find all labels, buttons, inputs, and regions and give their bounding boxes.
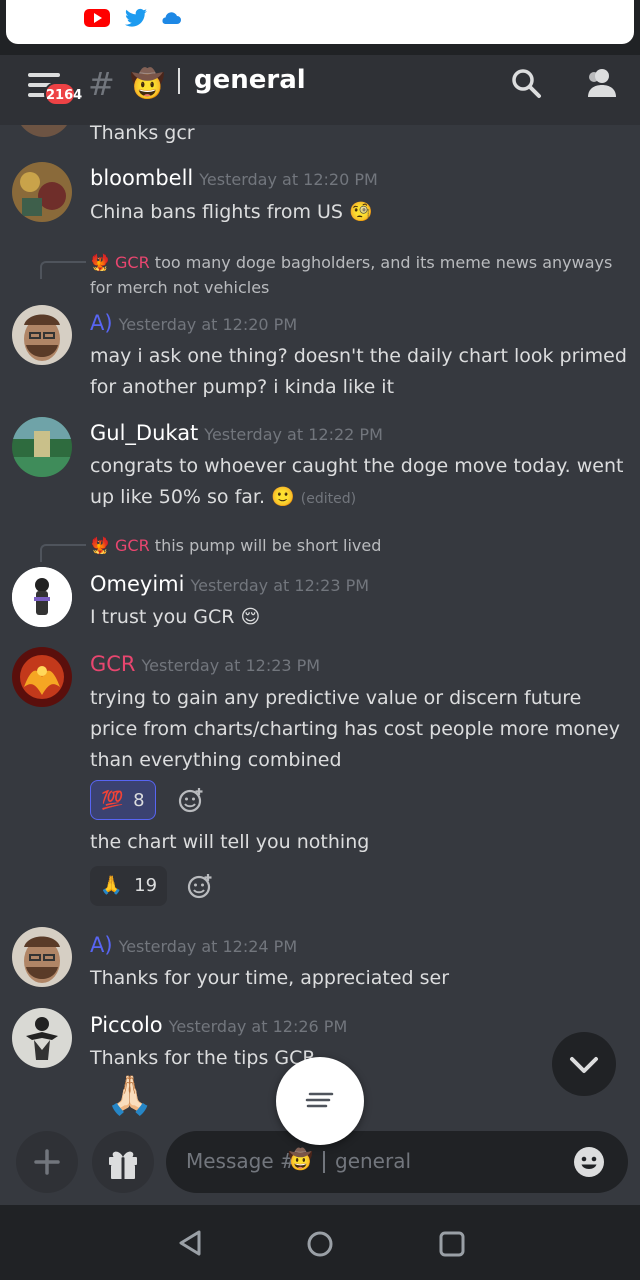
bloombell-avatar-image xyxy=(12,162,72,222)
author-name[interactable]: A) xyxy=(90,933,113,957)
avatar[interactable] xyxy=(12,567,72,627)
reply-author: GCR xyxy=(115,536,150,555)
reaction-100[interactable]: 💯 8 xyxy=(90,780,156,820)
message-text: the chart will tell you nothing xyxy=(90,831,370,853)
message-header: GCR Yesterday at 12:23 PM xyxy=(90,652,320,676)
message-text: may i ask one thing? doesn't the daily c… xyxy=(90,345,627,398)
piccolo-avatar-image xyxy=(12,1008,72,1068)
drawer-toggle-button[interactable] xyxy=(276,1057,364,1145)
message-header: A) Yesterday at 12:20 PM xyxy=(90,311,297,335)
author-name[interactable]: Omeyimi xyxy=(90,572,184,596)
message-header: Piccolo Yesterday at 12:26 PM xyxy=(90,1013,347,1037)
channel-divider xyxy=(178,68,180,94)
message-text: Thanks for your time, appreciated ser xyxy=(90,967,450,989)
timestamp: Yesterday at 12:20 PM xyxy=(199,170,378,189)
message-header: Omeyimi Yesterday at 12:23 PM xyxy=(90,572,369,596)
timestamp: Yesterday at 12:23 PM xyxy=(190,576,370,595)
message-header: Gul_Dukat Yesterday at 12:22 PM xyxy=(90,421,383,445)
edited-tag: (edited) xyxy=(300,491,357,507)
status-area xyxy=(0,0,640,55)
gift-button[interactable] xyxy=(92,1131,154,1193)
placeholder-emoji: 🤠 xyxy=(288,1147,313,1171)
system-navigation-bar xyxy=(0,1205,640,1280)
timestamp: Yesterday at 12:26 PM xyxy=(168,1017,348,1036)
a-avatar-image xyxy=(12,305,72,365)
message-header: A) Yesterday at 12:24 PM xyxy=(90,933,297,957)
avatar[interactable] xyxy=(12,927,72,987)
message-text: China bans flights from US 🧐 xyxy=(90,201,373,223)
reply-avatar: 🐦‍🔥 xyxy=(90,536,110,555)
recents-icon[interactable] xyxy=(437,1229,467,1259)
attach-button[interactable] xyxy=(16,1131,78,1193)
reaction-emoji: 🙏 xyxy=(100,875,123,896)
reply-connector xyxy=(40,261,86,279)
unread-badge: 2164 xyxy=(44,82,82,106)
avatar[interactable] xyxy=(12,1008,72,1068)
hash-icon: # xyxy=(88,65,115,103)
reply-text: too many doge bagholders, and its meme n… xyxy=(90,253,613,297)
timestamp: Yesterday at 12:22 PM xyxy=(204,425,383,444)
gift-icon xyxy=(109,1151,137,1179)
channel-emoji: 🤠 xyxy=(130,67,165,100)
notification-strip xyxy=(6,0,634,44)
placeholder-channel: general xyxy=(335,1149,412,1173)
reply-avatar: 🐦‍🔥 xyxy=(90,253,110,272)
gul-dukat-avatar-image xyxy=(12,417,72,477)
gcr-avatar-image xyxy=(12,647,72,707)
channel-header: # 🤠 general xyxy=(0,55,640,125)
author-name[interactable]: Gul_Dukat xyxy=(90,421,198,445)
lines-icon xyxy=(305,1092,334,1108)
author-name[interactable]: bloombell xyxy=(90,166,193,190)
menu-line xyxy=(28,73,60,77)
timestamp: Yesterday at 12:24 PM xyxy=(118,937,298,956)
message-text: Thanks gcr xyxy=(90,125,195,144)
author-name[interactable]: Piccolo xyxy=(90,1013,163,1037)
back-icon[interactable] xyxy=(175,1229,205,1257)
reaction-count: 8 xyxy=(133,790,145,811)
a-avatar-image xyxy=(12,927,72,987)
avatar[interactable] xyxy=(12,417,72,477)
reply-author: GCR xyxy=(115,253,150,272)
message-text: trying to gain any predictive value or d… xyxy=(90,687,620,771)
plus-icon xyxy=(34,1149,60,1175)
author-name[interactable]: A) xyxy=(90,311,113,335)
youtube-icon xyxy=(84,9,110,27)
twitter-icon xyxy=(125,8,147,27)
discord-channel-screen: # 🤠 general 2164 Thanks gcr bloombell Ye… xyxy=(0,0,640,1280)
message-list[interactable]: Thanks gcr bloombell Yesterday at 12:20 P… xyxy=(0,125,640,1125)
timestamp: Yesterday at 12:23 PM xyxy=(141,656,321,675)
message-text: I trust you GCR 😌 xyxy=(90,606,261,628)
add-reaction-icon[interactable] xyxy=(186,872,214,900)
jump-to-present-button[interactable] xyxy=(552,1032,616,1096)
message-header: bloombell Yesterday at 12:20 PM xyxy=(90,166,378,190)
reaction-emoji: 💯 xyxy=(101,790,124,811)
home-icon[interactable] xyxy=(305,1229,335,1259)
reaction-count: 19 xyxy=(134,875,158,896)
message-input[interactable]: Message # 🤠 general xyxy=(166,1131,628,1193)
reply-preview[interactable]: 🐦‍🔥 GCR too many doge bagholders, and it… xyxy=(90,250,630,300)
placeholder-prefix: Message # xyxy=(186,1149,297,1173)
members-icon[interactable] xyxy=(582,65,618,101)
author-name[interactable]: GCR xyxy=(90,652,136,676)
avatar[interactable] xyxy=(12,647,72,707)
channel-name: general xyxy=(194,65,306,95)
message-text: congrats to whoever caught the doge move… xyxy=(90,451,630,515)
add-reaction-icon[interactable] xyxy=(177,786,205,814)
reply-text: this pump will be short lived xyxy=(154,536,382,555)
avatar[interactable] xyxy=(12,162,72,222)
chevron-down-icon xyxy=(570,1057,598,1073)
cloud-icon xyxy=(162,12,181,24)
reply-connector xyxy=(40,544,86,562)
emoji-icon[interactable] xyxy=(572,1145,606,1179)
avatar[interactable] xyxy=(12,305,72,365)
reply-preview[interactable]: 🐦‍🔥 GCR this pump will be short lived xyxy=(90,533,630,558)
reaction-pray[interactable]: 🙏 19 xyxy=(90,866,168,906)
message-body: congrats to whoever caught the doge move… xyxy=(90,455,624,508)
search-icon[interactable] xyxy=(508,65,544,101)
omeyimi-avatar-image xyxy=(12,567,72,627)
timestamp: Yesterday at 12:20 PM xyxy=(118,315,298,334)
placeholder-divider xyxy=(323,1151,325,1173)
avatar[interactable] xyxy=(16,125,72,137)
